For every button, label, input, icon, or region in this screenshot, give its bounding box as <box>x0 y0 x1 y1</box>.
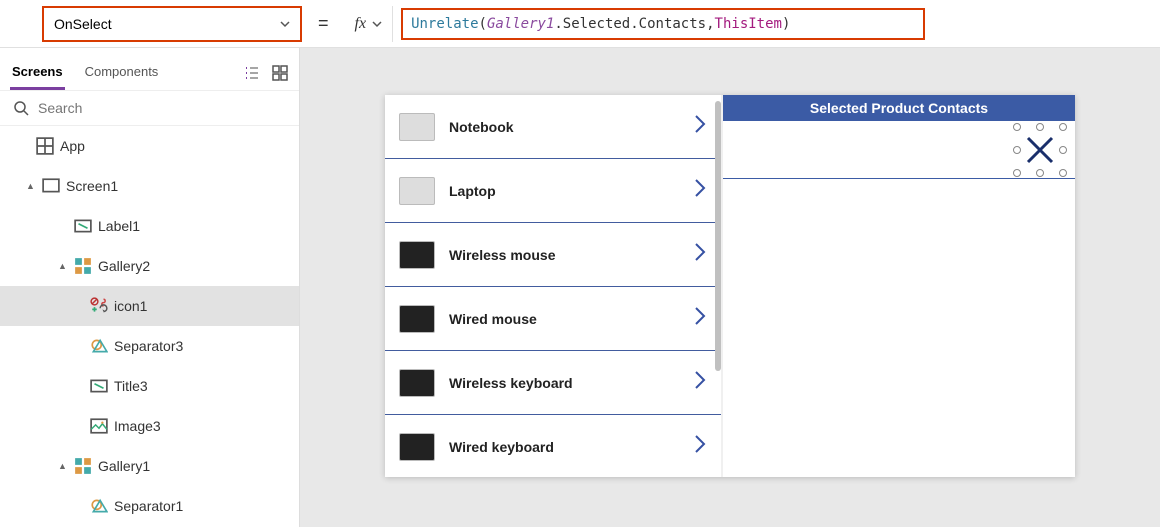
cancel-icon-selected[interactable] <box>1017 127 1063 173</box>
product-row[interactable]: Notebook <box>385 95 721 159</box>
tree-item-label: Image3 <box>114 418 161 434</box>
tree-item-label: Screen1 <box>66 178 118 194</box>
chevron-right-icon[interactable] <box>693 369 707 397</box>
chevron-down-icon <box>280 19 290 29</box>
formula-path: .Selected.Contacts, <box>554 16 714 32</box>
tree-toggle-icon[interactable]: ▲ <box>58 461 68 471</box>
chevron-right-icon[interactable] <box>693 305 707 333</box>
formula-close: ) <box>782 16 790 32</box>
product-thumb <box>399 113 435 141</box>
property-dropdown[interactable] <box>42 6 302 42</box>
tree-item-gallery2[interactable]: ▲ Gallery2 <box>0 246 299 286</box>
tree-item-label1[interactable]: Label1 <box>0 206 299 246</box>
tab-components[interactable]: Components <box>83 56 161 90</box>
tree-item-screen1[interactable]: ▲ Screen1 <box>0 166 299 206</box>
tree-item-label: Title3 <box>114 378 148 394</box>
tree-item-gallery1[interactable]: ▲ Gallery1 <box>0 446 299 486</box>
chevron-down-icon <box>372 19 382 29</box>
contacts-panel: Selected Product Contacts <box>723 95 1075 477</box>
tree-toggle-icon[interactable]: ▲ <box>58 261 68 271</box>
scrollbar[interactable] <box>715 101 721 371</box>
formula-open: ( <box>479 16 487 32</box>
product-gallery[interactable]: Notebook Laptop Wireless mouse Wired mouse W… <box>385 95 723 477</box>
fx-label: fx <box>355 15 367 33</box>
product-thumb <box>399 369 435 397</box>
search-row <box>0 91 299 126</box>
icon-icon <box>90 297 108 315</box>
gallery-icon <box>74 257 92 275</box>
formula-input[interactable]: Unrelate( Gallery1.Selected.Contacts, Th… <box>401 8 925 40</box>
image-icon <box>90 417 108 435</box>
separator-icon <box>90 337 108 355</box>
tab-screens[interactable]: Screens <box>10 56 65 90</box>
product-row[interactable]: Laptop <box>385 159 721 223</box>
product-name: Laptop <box>449 183 679 199</box>
formula-bar: = fx Unrelate( Gallery1.Selected.Contact… <box>0 0 1160 48</box>
search-icon <box>12 99 30 117</box>
canvas-area: Notebook Laptop Wireless mouse Wired mouse W… <box>300 48 1160 527</box>
formula-thisitem: ThisItem <box>715 16 782 32</box>
product-thumb <box>399 241 435 269</box>
product-row[interactable]: Wireless keyboard <box>385 351 721 415</box>
list-view-icon[interactable] <box>243 64 261 82</box>
tree-item-label: Separator3 <box>114 338 183 354</box>
tree-item-title3[interactable]: Title3 <box>0 366 299 406</box>
tree-item-image3[interactable]: Image3 <box>0 406 299 446</box>
app-icon <box>36 137 54 155</box>
fx-button[interactable]: fx <box>345 6 394 42</box>
product-thumb <box>399 433 435 461</box>
product-row[interactable]: Wired mouse <box>385 287 721 351</box>
tree-item-app[interactable]: App <box>0 126 299 166</box>
tree-item-label: icon1 <box>114 298 147 314</box>
tree-item-separator1[interactable]: Separator1 <box>0 486 299 526</box>
formula-object: Gallery1 <box>487 16 554 32</box>
chevron-right-icon[interactable] <box>693 433 707 461</box>
tree-item-icon1[interactable]: icon1 <box>0 286 299 326</box>
product-name: Wireless mouse <box>449 247 679 263</box>
screen-icon <box>42 177 60 195</box>
contacts-header: Selected Product Contacts <box>723 95 1075 121</box>
product-name: Wireless keyboard <box>449 375 679 391</box>
tree-item-label: Gallery2 <box>98 258 150 274</box>
grid-view-icon[interactable] <box>271 64 289 82</box>
tree-item-label: Gallery1 <box>98 458 150 474</box>
product-row[interactable]: Wired keyboard <box>385 415 721 477</box>
app-canvas[interactable]: Notebook Laptop Wireless mouse Wired mouse W… <box>385 95 1075 477</box>
search-input[interactable] <box>38 100 287 116</box>
separator-icon <box>90 497 108 515</box>
tree-item-label: App <box>60 138 85 154</box>
product-thumb <box>399 305 435 333</box>
chevron-right-icon[interactable] <box>693 113 707 141</box>
tree-panel: Screens Components App ▲ Screen1 Label1 ▲ Gal… <box>0 48 300 527</box>
product-name: Wired mouse <box>449 311 679 327</box>
chevron-right-icon[interactable] <box>693 177 707 205</box>
label-icon <box>74 217 92 235</box>
gallery-icon <box>74 457 92 475</box>
equals-label: = <box>318 13 329 34</box>
property-input[interactable] <box>54 16 254 32</box>
tree-view: App ▲ Screen1 Label1 ▲ Gallery2 icon1 Separator… <box>0 126 299 527</box>
label-icon <box>90 377 108 395</box>
product-name: Wired keyboard <box>449 439 679 455</box>
product-name: Notebook <box>449 119 679 135</box>
product-thumb <box>399 177 435 205</box>
contact-row[interactable] <box>723 121 1075 179</box>
tree-item-label: Label1 <box>98 218 140 234</box>
chevron-right-icon[interactable] <box>693 241 707 269</box>
product-row[interactable]: Wireless mouse <box>385 223 721 287</box>
formula-fn: Unrelate <box>411 16 478 32</box>
tree-toggle-icon[interactable]: ▲ <box>26 181 36 191</box>
tree-item-separator3[interactable]: Separator3 <box>0 326 299 366</box>
tree-item-label: Separator1 <box>114 498 183 514</box>
